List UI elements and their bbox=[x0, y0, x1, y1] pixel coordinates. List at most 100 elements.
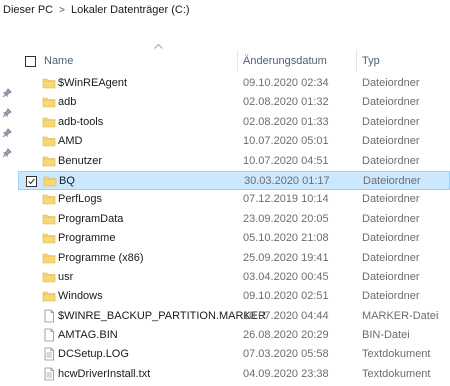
file-type: BIN-Datei bbox=[362, 329, 410, 342]
file-icon bbox=[42, 309, 56, 323]
file-row[interactable]: adb-tools 02.08.2020 01:33 Dateiordner bbox=[18, 113, 450, 132]
file-modified-date: 09.10.2020 02:34 bbox=[243, 77, 329, 89]
file-row[interactable]: AMD 10.07.2020 05:01 Dateiordner bbox=[18, 132, 450, 151]
file-type: Dateiordner bbox=[362, 251, 420, 264]
quick-access-pins bbox=[0, 70, 14, 180]
file-name: Programme (x86) bbox=[58, 251, 144, 264]
file-row[interactable]: Benutzer 10.07.2020 04:51 Dateiordner bbox=[18, 152, 450, 171]
file-row[interactable]: $WinREAgent 09.10.2020 02:34 Dateiordner bbox=[18, 74, 450, 93]
file-modified-date: 10.07.2020 04:51 bbox=[243, 154, 329, 167]
breadcrumb-item-local-disk[interactable]: Lokaler Datenträger (C:) bbox=[71, 4, 190, 16]
file-row[interactable]: Programme (x86) 25.09.2020 19:41 Dateiordn… bbox=[18, 249, 450, 268]
file-name: AMTAG.BIN bbox=[58, 329, 118, 342]
file-modified-date: 25.09.2020 19:41 bbox=[243, 251, 329, 264]
file-name: DCSetup.LOG bbox=[58, 348, 129, 361]
file-modified-date: 02.08.2020 01:33 bbox=[243, 115, 329, 128]
file-name: Programme bbox=[58, 232, 116, 245]
breadcrumb: Dieser PC > Lokaler Datenträger (C:) bbox=[0, 0, 450, 20]
pin-icon[interactable] bbox=[2, 128, 12, 138]
file-type: Dateiordner bbox=[362, 212, 420, 225]
file-name: BQ bbox=[59, 174, 75, 187]
file-type: Dateiordner bbox=[362, 77, 420, 89]
folder-icon bbox=[42, 115, 56, 129]
column-header-name[interactable]: Name bbox=[44, 50, 234, 72]
file-modified-date: 07.03.2020 05:58 bbox=[243, 348, 329, 361]
file-name: PerfLogs bbox=[58, 193, 103, 206]
file-modified-date: 02.08.2020 01:32 bbox=[243, 96, 329, 109]
text-file-icon bbox=[42, 367, 56, 381]
file-modified-date: 10.07.2020 05:01 bbox=[243, 135, 329, 148]
folder-icon bbox=[42, 251, 56, 265]
pin-icon[interactable] bbox=[2, 148, 12, 158]
folder-icon bbox=[42, 212, 56, 226]
file-row[interactable]: $WINRE_BACKUP_PARTITION.MARKER 10.07.2020… bbox=[18, 307, 450, 326]
folder-icon bbox=[43, 174, 57, 188]
file-row[interactable]: BQ 30.03.2020 01:17 Dateiordner bbox=[18, 170, 450, 191]
file-type: Dateiordner bbox=[362, 290, 420, 303]
folder-icon bbox=[42, 192, 56, 206]
file-modified-date: 07.12.2019 10:14 bbox=[243, 193, 329, 206]
folder-icon bbox=[42, 154, 56, 168]
file-modified-date: 05.10.2020 21:08 bbox=[243, 232, 329, 245]
file-row[interactable]: usr 03.04.2020 00:45 Dateiordner bbox=[18, 268, 450, 287]
select-all-checkbox[interactable] bbox=[25, 56, 36, 67]
file-name: $WinREAgent bbox=[58, 77, 128, 89]
column-header-row: Name Änderungsdatum Typ bbox=[18, 50, 450, 72]
folder-icon bbox=[42, 76, 56, 90]
file-name: Windows bbox=[58, 290, 103, 303]
file-modified-date: 03.04.2020 00:45 bbox=[243, 270, 329, 283]
file-name: ProgramData bbox=[58, 212, 124, 225]
column-header-type-label: Typ bbox=[362, 55, 380, 67]
column-header-date-label: Änderungsdatum bbox=[243, 55, 327, 67]
row-checkbox[interactable] bbox=[26, 175, 37, 187]
file-modified-date: 23.09.2020 20:05 bbox=[243, 212, 329, 225]
file-list: $WinREAgent 09.10.2020 02:34 Dateiordner ad… bbox=[18, 74, 450, 386]
file-type: Dateiordner bbox=[362, 115, 420, 128]
file-type: MARKER-Datei bbox=[362, 309, 439, 322]
column-header-type[interactable]: Typ bbox=[362, 50, 450, 72]
file-modified-date: 09.10.2020 02:51 bbox=[243, 290, 329, 303]
column-divider[interactable] bbox=[356, 50, 357, 72]
file-name: adb bbox=[58, 96, 77, 109]
column-header-name-label: Name bbox=[44, 55, 74, 67]
file-type: Dateiordner bbox=[362, 193, 420, 206]
folder-icon bbox=[42, 289, 56, 303]
file-name: usr bbox=[58, 270, 74, 283]
file-type: Dateiordner bbox=[362, 154, 420, 167]
column-header-date[interactable]: Änderungsdatum bbox=[243, 50, 355, 72]
file-name: AMD bbox=[58, 135, 83, 148]
file-row[interactable]: adb 02.08.2020 01:32 Dateiordner bbox=[18, 93, 450, 112]
file-row[interactable]: DCSetup.LOG 07.03.2020 05:58 Textdokument bbox=[18, 345, 450, 364]
column-divider[interactable] bbox=[237, 50, 238, 72]
file-row[interactable]: AMTAG.BIN 26.08.2020 20:29 BIN-Datei bbox=[18, 326, 450, 345]
file-row[interactable]: ProgramData 23.09.2020 20:05 Dateiordner bbox=[18, 210, 450, 229]
file-type: Dateiordner bbox=[362, 96, 420, 109]
file-type: Textdokument bbox=[362, 367, 431, 380]
file-row[interactable]: Windows 09.10.2020 02:51 Dateiordner bbox=[18, 287, 450, 306]
folder-icon bbox=[42, 134, 56, 148]
file-type: Dateiordner bbox=[362, 270, 420, 283]
file-modified-date: 26.08.2020 20:29 bbox=[243, 329, 329, 342]
file-type: Dateiordner bbox=[363, 174, 421, 187]
file-row[interactable]: PerfLogs 07.12.2019 10:14 Dateiordner bbox=[18, 190, 450, 209]
text-file-icon bbox=[42, 347, 56, 361]
file-name: adb-tools bbox=[58, 115, 104, 128]
file-name: $WINRE_BACKUP_PARTITION.MARKER bbox=[58, 309, 267, 322]
file-name: hcwDriverInstall.txt bbox=[58, 367, 151, 380]
folder-icon bbox=[42, 270, 56, 284]
sort-ascending-icon bbox=[154, 44, 163, 49]
file-explorer: Dieser PC > Lokaler Datenträger (C:) Nam… bbox=[0, 0, 450, 386]
chevron-right-icon[interactable]: > bbox=[59, 5, 65, 16]
file-icon bbox=[42, 328, 56, 342]
file-modified-date: 10.07.2020 04:44 bbox=[243, 309, 329, 322]
file-modified-date: 04.09.2020 23:38 bbox=[243, 367, 329, 380]
pin-icon[interactable] bbox=[2, 88, 12, 98]
breadcrumb-item-this-pc[interactable]: Dieser PC bbox=[3, 4, 53, 16]
file-name: Benutzer bbox=[58, 154, 103, 167]
pin-icon[interactable] bbox=[2, 108, 12, 118]
file-row[interactable]: Programme 05.10.2020 21:08 Dateiordner bbox=[18, 229, 450, 248]
folder-icon bbox=[42, 231, 56, 245]
file-type: Dateiordner bbox=[362, 232, 420, 245]
folder-icon bbox=[42, 95, 56, 109]
file-row[interactable]: hcwDriverInstall.txt 04.09.2020 23:38 Text… bbox=[18, 365, 450, 384]
